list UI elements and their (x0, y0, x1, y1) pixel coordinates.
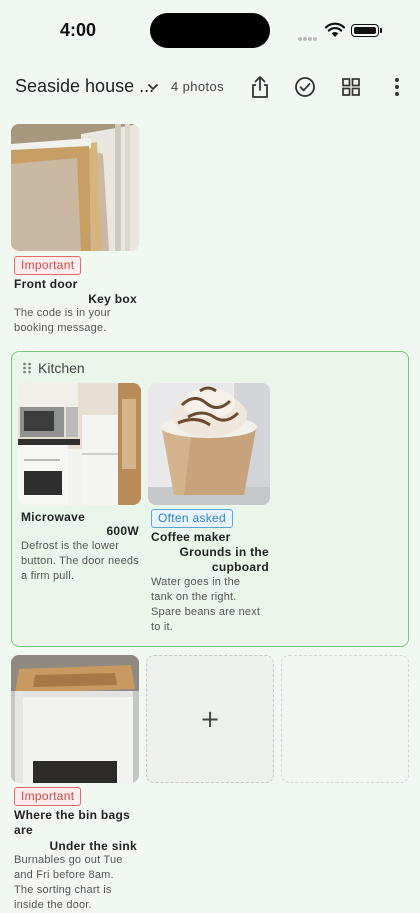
group-title[interactable]: Kitchen (38, 360, 85, 376)
important-badge: Important (14, 256, 82, 275)
often-asked-badge: Often asked (151, 509, 234, 528)
share-button[interactable] (246, 73, 274, 101)
add-photo-button[interactable]: + (146, 655, 274, 783)
tile-value: Under the sink (49, 839, 137, 853)
photo-bin-bags[interactable] (11, 655, 139, 783)
tile-title: Where the bin bags are (14, 808, 131, 837)
grid-icon (342, 78, 360, 96)
tile-description: Defrost is the lower button. The door ne… (21, 540, 139, 582)
app-bar: Seaside house ... 4 photos (0, 64, 420, 110)
plus-icon: + (199, 705, 221, 733)
layout-button[interactable] (337, 73, 365, 101)
tile-title: Front door (14, 277, 78, 291)
status-bar: 4:00 (0, 0, 420, 60)
photo-count: 4 photos (171, 79, 225, 94)
drag-handle-icon[interactable] (22, 362, 32, 374)
tile-title: Coffee maker (151, 530, 231, 544)
photo-coffee-maker[interactable] (148, 383, 270, 505)
chevron-down-icon[interactable] (146, 81, 160, 93)
empty-slot (281, 655, 409, 783)
tile-value: 600W (106, 524, 139, 538)
tile-description: Water goes in the tank on the right. Spa… (151, 576, 261, 633)
clock: 4:00 (60, 20, 97, 40)
photo-front-door[interactable] (11, 124, 139, 251)
signal-icon (298, 28, 320, 41)
photo-microwave[interactable] (18, 383, 141, 505)
important-badge: Important (14, 787, 82, 806)
tile-description: Burnables go out Tue and Fri before 8am.… (14, 854, 123, 911)
tile-value: Key box (88, 292, 137, 306)
check-circle-icon (295, 77, 315, 97)
tile-value: Grounds in the cupboard (179, 545, 269, 574)
dynamic-island (150, 13, 270, 48)
tile-description: The code is in your booking message. (14, 307, 111, 334)
more-vert-icon (395, 78, 399, 96)
battery-icon (351, 24, 382, 37)
select-button[interactable] (291, 73, 319, 101)
tile-title: Microwave (21, 510, 86, 524)
album-title[interactable]: Seaside house ... (15, 76, 154, 97)
more-button[interactable] (383, 73, 411, 101)
share-icon (252, 76, 268, 98)
wifi-icon (325, 22, 345, 37)
